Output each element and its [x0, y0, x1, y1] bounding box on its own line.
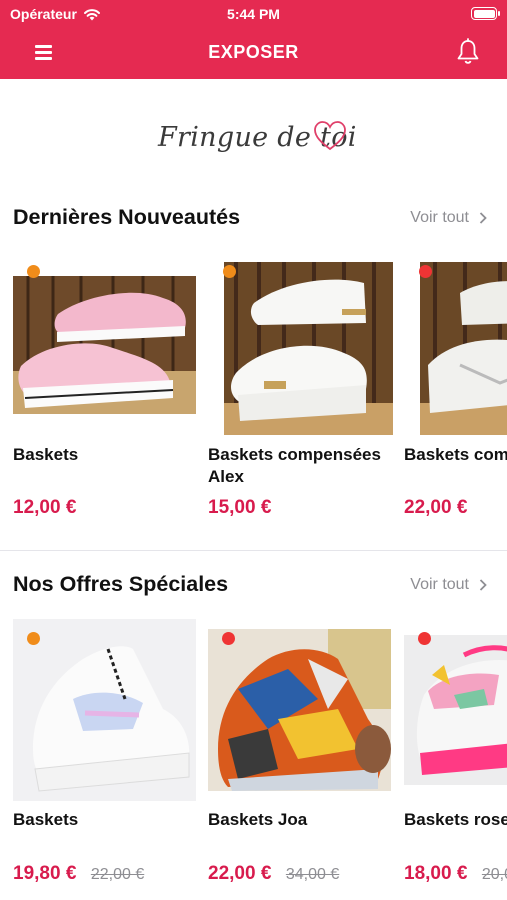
product-old-price: 20,00 €: [481, 866, 507, 883]
see-all-new-arrivals-link[interactable]: Voir tout: [410, 209, 487, 227]
product-card[interactable]: Baskets compensées 22,00 €: [404, 262, 507, 542]
heart-icon: [314, 121, 346, 151]
status-dot: [223, 265, 236, 278]
status-dot: [418, 632, 431, 645]
product-old-price: 34,00 €: [285, 866, 340, 883]
product-image: [420, 262, 507, 435]
app-header: Opérateur 5:44 PM EXPOSER: [0, 0, 507, 79]
product-price: 22,00 €: [404, 497, 468, 518]
product-card[interactable]: Baskets Joa 22,00 € 34,00 €: [208, 619, 396, 899]
product-name: Baskets compensées Alex: [208, 445, 381, 486]
product-image: [13, 619, 196, 801]
product-card[interactable]: Baskets 12,00 €: [13, 262, 201, 542]
product-card[interactable]: Baskets compensées Alex 15,00 €: [208, 262, 396, 542]
product-price-row: 19,80 € 22,00 €: [13, 863, 201, 885]
product-old-price: 22,00 €: [90, 866, 145, 883]
see-all-special-offers-link[interactable]: Voir tout: [410, 576, 487, 594]
battery-icon: [471, 7, 500, 20]
see-all-label: Voir tout: [410, 209, 469, 226]
brand-logo: Fringue de toi: [150, 112, 360, 168]
product-name: Baskets compensées: [404, 445, 507, 464]
nav-bar: EXPOSER: [0, 30, 507, 74]
special-offers-carousel[interactable]: Baskets 19,80 € 22,00 € Baskets Joa 22,0…: [0, 619, 507, 899]
status-dot: [419, 265, 432, 278]
see-all-label: Voir tout: [410, 576, 469, 593]
product-image: [208, 629, 391, 791]
section-title-special-offers: Nos Offres Spéciales: [13, 572, 229, 596]
product-price-row: 22,00 €: [404, 497, 507, 519]
status-time: 5:44 PM: [227, 6, 280, 22]
status-dot: [27, 632, 40, 645]
chevron-right-icon: [479, 579, 487, 591]
product-card[interactable]: Baskets 19,80 € 22,00 €: [13, 619, 201, 899]
product-price: 22,00 €: [208, 863, 272, 884]
status-bar: Opérateur 5:44 PM: [0, 0, 507, 28]
product-image: [224, 262, 393, 435]
product-image: [13, 276, 196, 414]
section-title-new-arrivals: Dernières Nouveautés: [13, 205, 241, 229]
product-name: Baskets: [13, 445, 79, 464]
product-price-row: 15,00 €: [208, 497, 396, 519]
product-price: 15,00 €: [208, 497, 272, 518]
product-card[interactable]: Baskets roses 18,00 € 20,00 €: [404, 619, 507, 899]
product-price-row: 18,00 € 20,00 €: [404, 863, 507, 885]
product-name: Baskets Joa: [208, 810, 308, 829]
product-name: Baskets roses: [404, 810, 507, 829]
new-arrivals-carousel[interactable]: Baskets 12,00 € Baskets compensées Alex …: [0, 262, 507, 542]
product-price: 19,80 €: [13, 863, 77, 884]
section-divider: [0, 550, 507, 551]
bell-icon[interactable]: [455, 38, 481, 66]
product-name: Baskets: [13, 810, 79, 829]
product-price: 18,00 €: [404, 863, 468, 884]
product-image: [404, 635, 507, 785]
product-price: 12,00 €: [13, 497, 77, 518]
status-dot: [27, 265, 40, 278]
chevron-right-icon: [479, 212, 487, 224]
page-title: EXPOSER: [208, 42, 299, 62]
product-price-row: 22,00 € 34,00 €: [208, 863, 396, 885]
product-price-row: 12,00 €: [13, 497, 201, 519]
status-dot: [222, 632, 235, 645]
